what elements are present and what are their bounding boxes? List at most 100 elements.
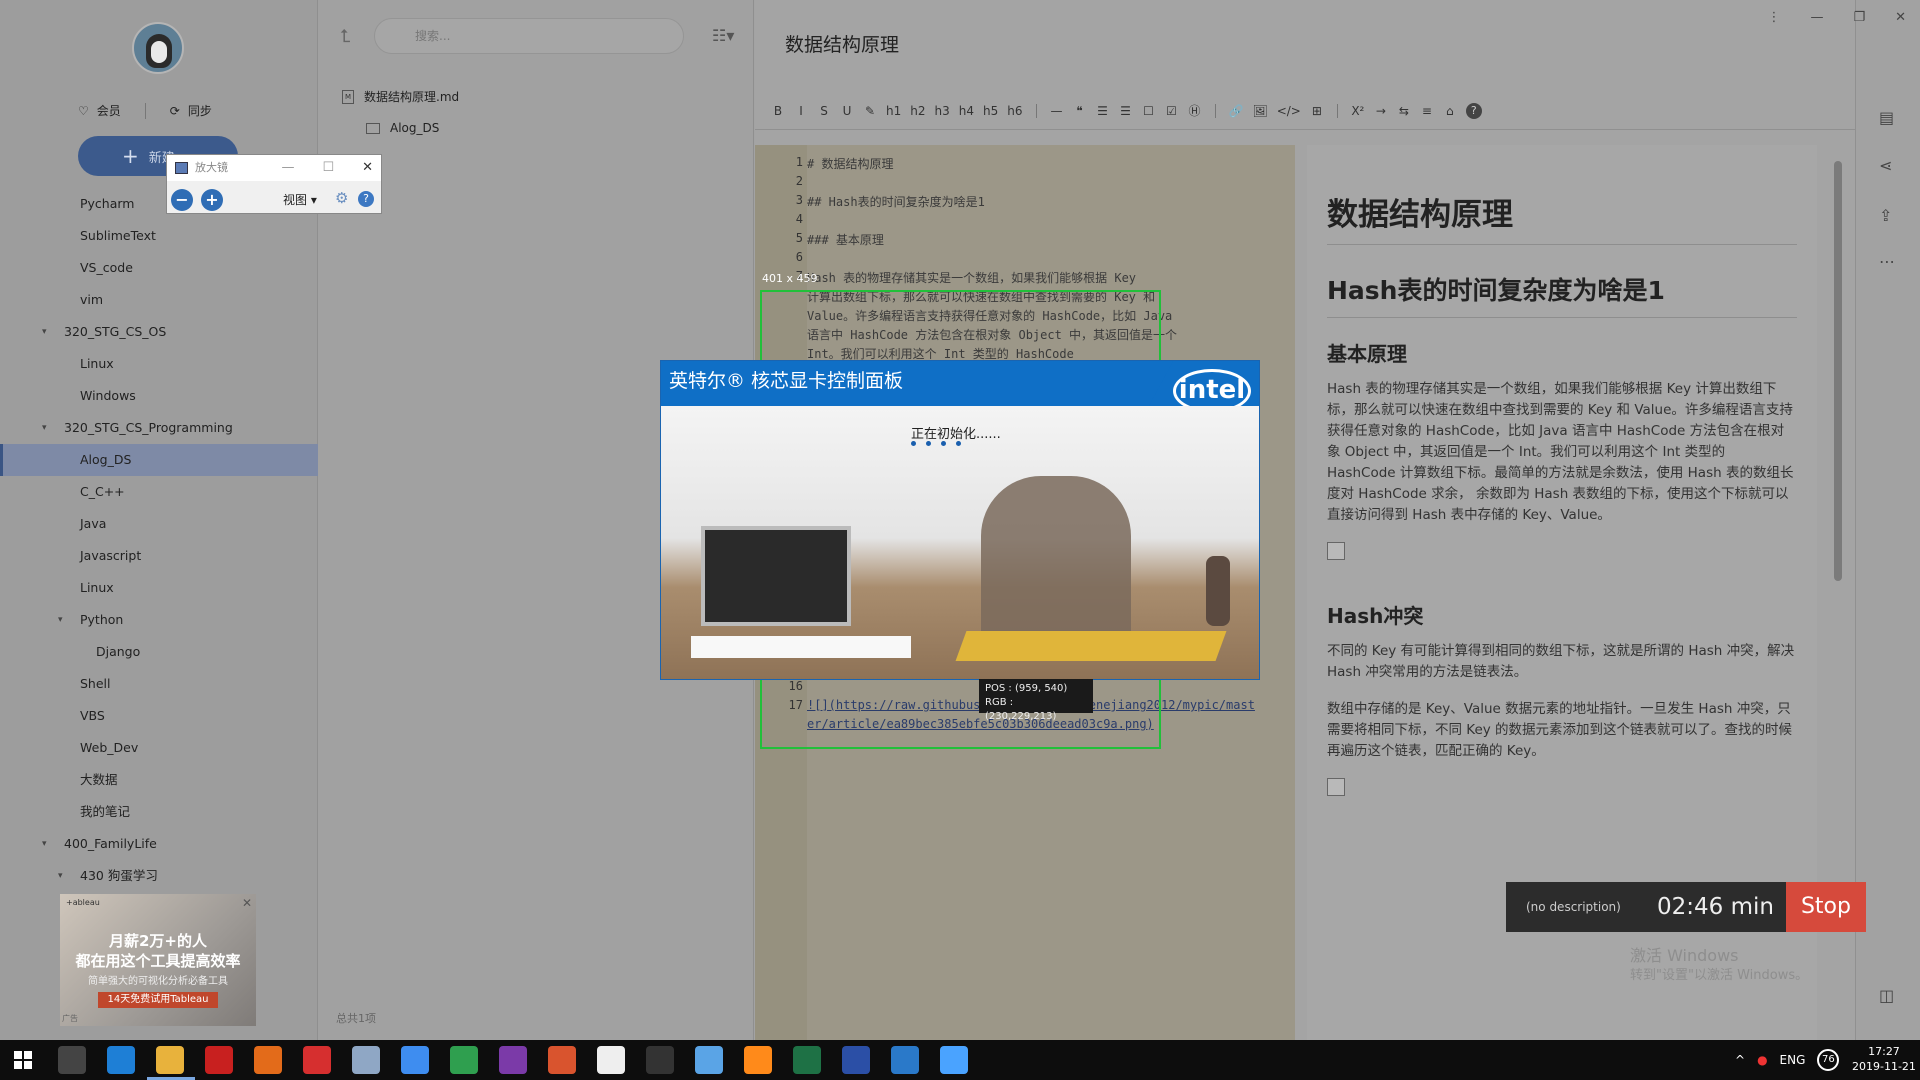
- magnifier-titlebar[interactable]: 放大镜 — ☐ ✕: [167, 155, 381, 181]
- notes-icon[interactable]: [401, 1046, 429, 1074]
- chevron-down-icon[interactable]: ▾: [42, 316, 47, 348]
- browser-icon[interactable]: [891, 1046, 919, 1074]
- toolbar-button[interactable]: ☑: [1165, 104, 1179, 118]
- help-icon[interactable]: ?: [358, 191, 374, 207]
- sort-icon[interactable]: ☷▾: [712, 26, 734, 45]
- start-windows-icon[interactable]: [14, 1051, 32, 1069]
- close-icon[interactable]: ✕: [362, 155, 373, 181]
- zoom-in-button[interactable]: +: [201, 189, 223, 211]
- export-icon[interactable]: ⇪: [1879, 206, 1892, 225]
- sidebar-item[interactable]: 我的笔记: [0, 796, 318, 828]
- toolbar-button[interactable]: h1: [886, 104, 901, 118]
- ie-icon[interactable]: [107, 1046, 135, 1074]
- sidebar-item[interactable]: Web_Dev: [0, 732, 318, 764]
- sidebar-item[interactable]: ▾ 430 狗蛋学习: [0, 860, 318, 892]
- toolbar-button[interactable]: h3: [935, 104, 950, 118]
- chevron-down-icon[interactable]: ▾: [58, 604, 63, 636]
- file-explorer-icon[interactable]: [156, 1046, 184, 1074]
- maximize-icon[interactable]: ☐: [322, 155, 334, 181]
- toolbar-button[interactable]: B: [771, 104, 785, 118]
- sync-icon[interactable]: ⟳: [170, 104, 180, 118]
- firefox-icon[interactable]: [254, 1046, 282, 1074]
- sidebar-item[interactable]: 大数据: [0, 764, 318, 796]
- chevron-down-icon[interactable]: ▾: [42, 412, 47, 444]
- scrollbar-thumb[interactable]: [1834, 161, 1842, 581]
- zoom-out-button[interactable]: −: [171, 189, 193, 211]
- toolbar-button[interactable]: h5: [983, 104, 998, 118]
- clock[interactable]: 17:27 2019-11-21: [1852, 1044, 1916, 1074]
- tool-icon[interactable]: [842, 1046, 870, 1074]
- antivirus-icon[interactable]: ●: [1757, 1053, 1767, 1067]
- back-icon[interactable]: ⮤: [340, 26, 351, 47]
- toolbar-button[interactable]: h2: [910, 104, 925, 118]
- advertisement[interactable]: +ableau ✕ 月薪2万+的人 都在用这个工具提高效率 简单强大的可视化分析…: [60, 894, 256, 1026]
- sidebar-item[interactable]: VS_code: [0, 252, 318, 284]
- weibo-icon[interactable]: [548, 1046, 576, 1074]
- sidebar-item[interactable]: VBS: [0, 700, 318, 732]
- timer-description[interactable]: (no description): [1506, 900, 1653, 914]
- close-icon[interactable]: ✕: [1895, 10, 1906, 25]
- chevron-up-icon[interactable]: ^: [1735, 1053, 1745, 1067]
- menu-icon[interactable]: ⋮: [1767, 10, 1780, 25]
- toolbar-button[interactable]: 🔗: [1229, 104, 1244, 118]
- pdf-reader-icon[interactable]: [205, 1046, 233, 1074]
- outline-icon[interactable]: ▤: [1879, 108, 1894, 127]
- more-icon[interactable]: ⋯: [1879, 252, 1895, 271]
- language-indicator[interactable]: ENG: [1780, 1053, 1806, 1067]
- sidebar-item[interactable]: SublimeText: [0, 220, 318, 252]
- sidebar-item[interactable]: Windows: [0, 380, 318, 412]
- share-icon[interactable]: ⋖: [1879, 156, 1892, 175]
- toolbar-button[interactable]: S: [817, 104, 831, 118]
- toolbar-button[interactable]: ?: [1465, 102, 1482, 119]
- toolbar-button[interactable]: h6: [1007, 104, 1022, 118]
- member-label[interactable]: 会员: [97, 102, 121, 119]
- toolbar-button[interactable]: ≡: [1420, 104, 1434, 118]
- paint-icon[interactable]: [695, 1046, 723, 1074]
- pin-icon[interactable]: [940, 1046, 968, 1074]
- sidebar-item[interactable]: ▾ 400_FamilyLife: [0, 828, 318, 860]
- sidebar-item[interactable]: vim: [0, 284, 318, 316]
- sidebar-item[interactable]: ▾ 320_STG_CS_Programming: [0, 412, 318, 444]
- toolbar-button[interactable]: U: [840, 104, 854, 118]
- sidebar-item[interactable]: Javascript: [0, 540, 318, 572]
- battery-badge[interactable]: 76: [1817, 1049, 1840, 1071]
- view-dropdown[interactable]: 视图 ▾: [283, 191, 317, 208]
- sidebar-item[interactable]: Linux: [0, 348, 318, 380]
- sidebar-item[interactable]: Linux: [0, 572, 318, 604]
- minimize-icon[interactable]: —: [1810, 10, 1823, 25]
- sidebar-item[interactable]: C_C++: [0, 476, 318, 508]
- minimize-icon[interactable]: —: [281, 155, 294, 181]
- toolbar-button[interactable]: I: [794, 104, 808, 118]
- chevron-down-icon[interactable]: ▾: [58, 860, 63, 892]
- stop-button[interactable]: Stop: [1785, 882, 1866, 932]
- sidebar-item[interactable]: Java: [0, 508, 318, 540]
- file-item-folder[interactable]: Alog_DS: [366, 116, 439, 140]
- toolbar-button[interactable]: ✎: [863, 104, 877, 118]
- excel-icon[interactable]: [793, 1046, 821, 1074]
- toolbar-button[interactable]: →: [1374, 104, 1388, 118]
- toolbar-button[interactable]: ⊞: [1310, 104, 1324, 118]
- youdao-icon[interactable]: [303, 1046, 331, 1074]
- terminal-icon[interactable]: [646, 1046, 674, 1074]
- sidebar-item[interactable]: Shell: [0, 668, 318, 700]
- toolbar-button[interactable]: </>: [1277, 104, 1301, 118]
- toolbar-button[interactable]: 🖼: [1252, 104, 1267, 118]
- toolbar-button[interactable]: —: [1050, 104, 1064, 118]
- chevron-down-icon[interactable]: ▾: [42, 828, 47, 860]
- avatar[interactable]: [132, 22, 184, 74]
- toolbar-button[interactable]: ⇆: [1397, 104, 1411, 118]
- toolbar-button[interactable]: X²: [1351, 104, 1365, 118]
- toolbar-button[interactable]: h4: [959, 104, 974, 118]
- toolbar-button[interactable]: ☰: [1119, 104, 1133, 118]
- sidebar-item[interactable]: ▾ 320_STG_CS_OS: [0, 316, 318, 348]
- restore-icon[interactable]: ❐: [1853, 10, 1865, 25]
- search-input[interactable]: 搜索...: [374, 18, 684, 54]
- document-title[interactable]: 数据结构原理: [785, 30, 899, 57]
- scanner-icon[interactable]: [352, 1046, 380, 1074]
- toolbar-button[interactable]: Ⓗ: [1188, 102, 1202, 119]
- gear-icon[interactable]: ⚙: [335, 189, 348, 207]
- task-view-icon[interactable]: [58, 1046, 86, 1074]
- toolbar-button[interactable]: ☐: [1142, 104, 1156, 118]
- sidebar-item[interactable]: Alog_DS: [0, 444, 318, 476]
- file-item-md[interactable]: M 数据结构原理.md: [342, 85, 459, 109]
